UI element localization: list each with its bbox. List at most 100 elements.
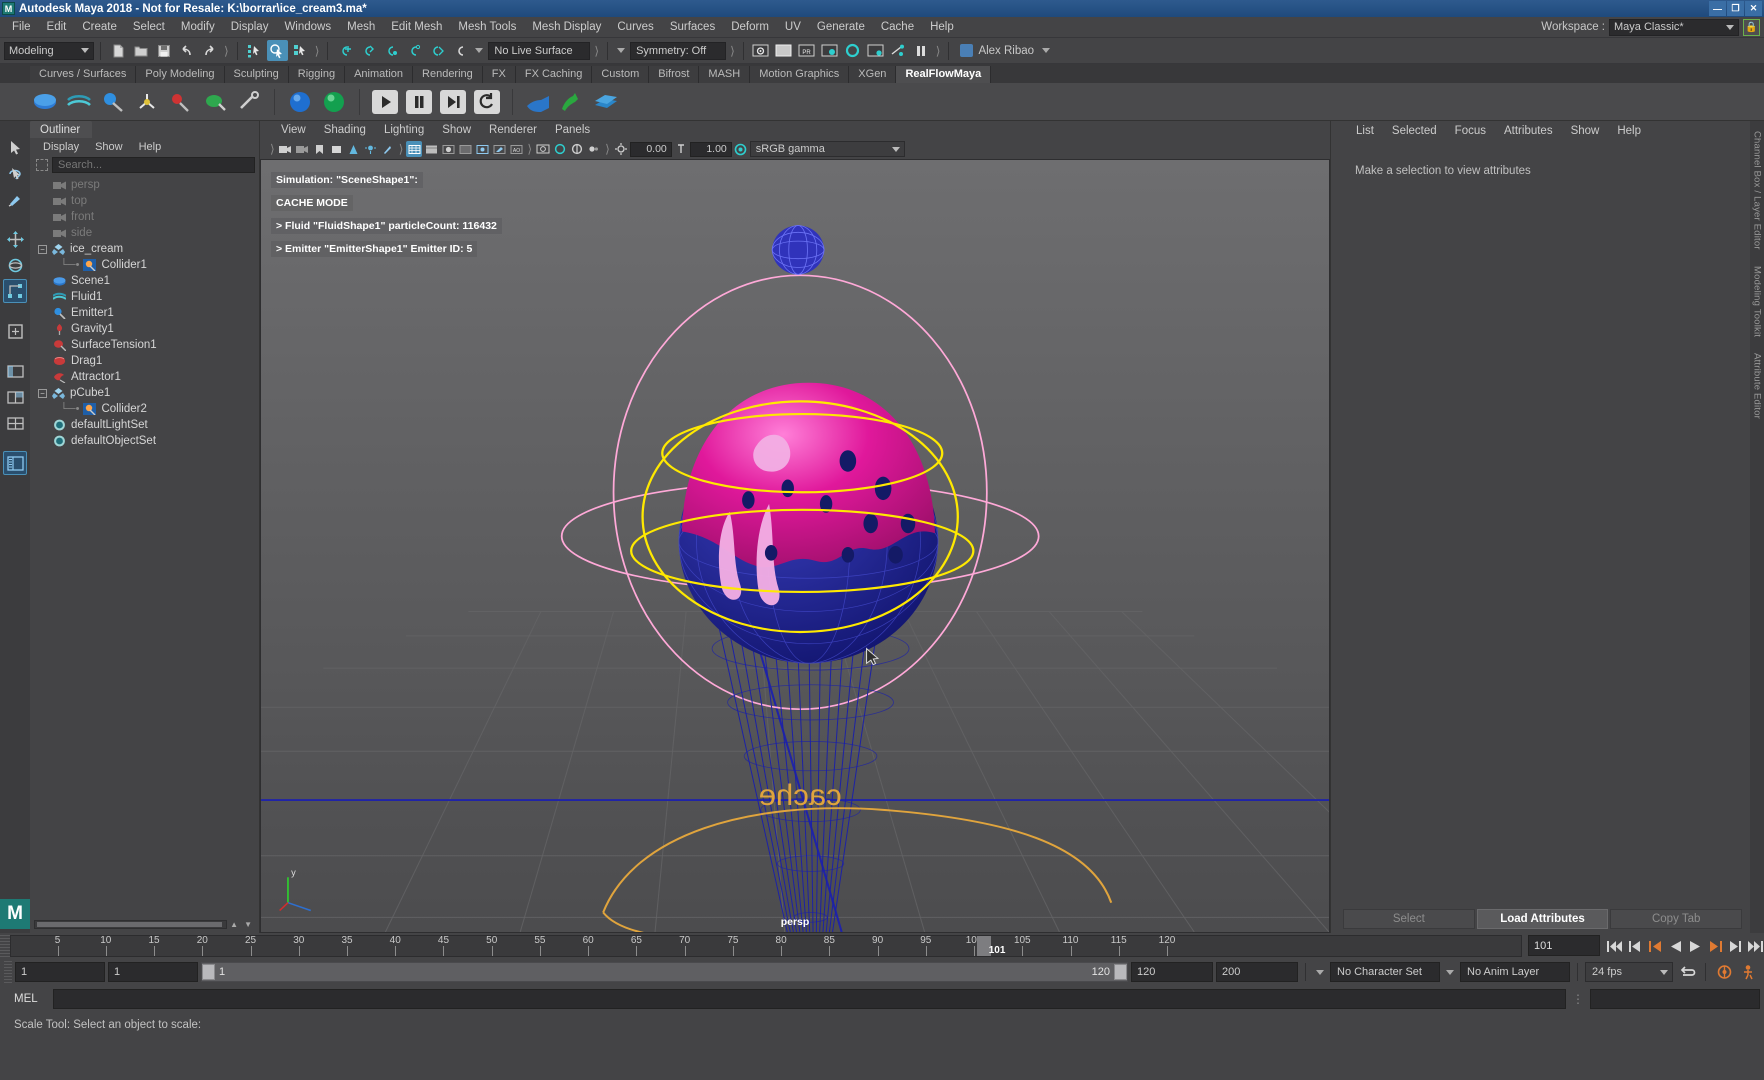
outliner-node[interactable]: − pCube1 — [30, 385, 259, 401]
character-set-field[interactable]: No Character Set — [1330, 962, 1440, 982]
chevron-down-icon[interactable] — [1316, 969, 1324, 975]
drag-handle[interactable] — [4, 961, 12, 983]
step-forward-frame-icon[interactable] — [1706, 936, 1724, 957]
shelf-tab-curves-surfaces[interactable]: Curves / Surfaces — [30, 66, 137, 83]
outliner-tab[interactable]: Outliner — [30, 121, 92, 138]
menu-item-edit[interactable]: Edit — [39, 17, 75, 38]
rotate-tool[interactable] — [3, 253, 27, 277]
viewport-menu-view[interactable]: View — [272, 124, 315, 136]
layout-two-pane-icon[interactable] — [3, 385, 27, 409]
scale-tool[interactable] — [3, 279, 27, 303]
workspace-select[interactable]: Maya Classic* — [1609, 18, 1739, 36]
snap-point-icon[interactable] — [380, 40, 401, 61]
step-back-frame-icon[interactable] — [1646, 936, 1664, 957]
shadow-map-icon[interactable] — [491, 141, 507, 157]
realflow-export-icon[interactable] — [591, 87, 621, 117]
shelf-tab-sculpting[interactable]: Sculpting — [224, 66, 289, 83]
current-frame-field[interactable]: 101 — [1528, 935, 1600, 956]
menu-item-file[interactable]: File — [4, 17, 39, 38]
menu-item-curves[interactable]: Curves — [609, 17, 661, 38]
redo-icon[interactable] — [199, 40, 220, 61]
scrollbar-thumb[interactable] — [37, 921, 222, 927]
outliner-node[interactable]: Fluid1 — [30, 289, 259, 305]
outliner-node[interactable]: side — [30, 225, 259, 241]
expander-icon[interactable]: − — [38, 244, 47, 254]
outliner-node[interactable]: Emitter1 — [30, 305, 259, 321]
viewport-3d[interactable]: cache y Simulation: "SceneShape1": CACHE… — [260, 159, 1330, 933]
outliner-node[interactable]: top — [30, 193, 259, 209]
realflow-wrench-icon[interactable] — [234, 87, 264, 117]
menu-item-modify[interactable]: Modify — [173, 17, 223, 38]
anim-layer-field[interactable]: No Anim Layer — [1460, 962, 1570, 982]
outliner-node[interactable]: └─• Collider1 — [30, 257, 259, 273]
collapse-toolbar-icon[interactable]: ⟩ — [525, 142, 534, 156]
gamma-icon[interactable] — [673, 141, 689, 157]
outliner-node[interactable]: defaultLightSet — [30, 417, 259, 433]
shelf-tab-xgen[interactable]: XGen — [849, 66, 897, 83]
save-scene-icon[interactable] — [153, 40, 174, 61]
light-fx-icon[interactable] — [888, 40, 909, 61]
command-language-label[interactable]: MEL — [4, 993, 49, 1005]
step-back-keyframe-icon[interactable] — [1626, 936, 1644, 957]
animation-preferences-icon[interactable] — [1738, 962, 1760, 982]
collapse-toolbar-icon[interactable]: ⟩ — [313, 44, 322, 58]
go-to-start-icon[interactable] — [1606, 936, 1624, 957]
viewport-menu-lighting[interactable]: Lighting — [375, 124, 433, 136]
menu-item-mesh-display[interactable]: Mesh Display — [524, 17, 609, 38]
wireframe-shading-icon[interactable] — [406, 141, 423, 157]
depth-of-field-icon[interactable] — [586, 141, 602, 157]
shelf-tab-mash[interactable]: MASH — [699, 66, 751, 83]
snap-grid-icon[interactable] — [334, 40, 355, 61]
side-tab-modeling-toolkit[interactable]: Modeling Toolkit — [1752, 266, 1763, 337]
use-all-lights-icon[interactable] — [474, 141, 490, 157]
load-attributes-button[interactable]: Load Attributes — [1476, 909, 1609, 929]
drag-handle[interactable] — [0, 935, 10, 957]
realflow-sphere-blue-icon[interactable] — [285, 87, 315, 117]
gamma-value[interactable]: 1.00 — [689, 141, 732, 157]
attribute-editor-menu-show[interactable]: Show — [1562, 125, 1609, 137]
realflow-cache-green-icon[interactable] — [557, 87, 587, 117]
lasso-select-tool[interactable] — [3, 161, 27, 185]
side-tab-attribute-editor[interactable]: Attribute Editor — [1752, 353, 1763, 419]
chevron-down-icon[interactable] — [475, 48, 484, 53]
collapse-toolbar-icon[interactable]: ⟩ — [222, 44, 231, 58]
shadows-icon[interactable] — [380, 141, 396, 157]
collapse-toolbar-icon[interactable]: ⟩ — [592, 44, 601, 58]
menu-item-help[interactable]: Help — [922, 17, 962, 38]
realflow-scene-icon[interactable] — [30, 87, 60, 117]
outliner-tree[interactable]: persp top front side − ice_cream └─• Collider1 S… — [30, 174, 259, 915]
open-scene-icon[interactable] — [130, 40, 151, 61]
step-forward-icon[interactable] — [438, 87, 468, 117]
two-sided-lighting-icon[interactable] — [346, 141, 362, 157]
layout-four-pane-icon[interactable] — [3, 411, 27, 435]
side-tab-channel-box[interactable]: Channel Box / Layer Editor — [1752, 131, 1763, 250]
symmetry-field[interactable]: Symmetry: Off — [630, 41, 727, 60]
menu-item-mesh[interactable]: Mesh — [339, 17, 383, 38]
attribute-editor-menu-list[interactable]: List — [1347, 125, 1383, 137]
render-settings-icon[interactable] — [819, 40, 840, 61]
image-plane-icon[interactable] — [329, 141, 345, 157]
textured-mode-icon[interactable] — [457, 141, 473, 157]
outliner-node[interactable]: └─• Collider2 — [30, 401, 259, 417]
outliner-menu-display[interactable]: Display — [35, 141, 87, 153]
last-tool-used[interactable] — [3, 319, 27, 343]
viewport-menu-show[interactable]: Show — [433, 124, 480, 136]
play-backwards-icon[interactable] — [1666, 936, 1684, 957]
menu-item-edit-mesh[interactable]: Edit Mesh — [383, 17, 450, 38]
attribute-editor-menu-selected[interactable]: Selected — [1383, 125, 1446, 137]
playback-speed-select[interactable]: 24 fps — [1585, 962, 1673, 982]
ambient-occlusion-toggle-icon[interactable] — [569, 141, 585, 157]
screen-space-ao-icon[interactable]: AO — [508, 141, 524, 157]
shelf-tab-bifrost[interactable]: Bifrost — [649, 66, 700, 83]
command-line-resize-handle[interactable]: ⋮ — [1570, 992, 1586, 1006]
command-output-field[interactable] — [1590, 988, 1760, 1009]
range-start-field[interactable]: 1 — [108, 962, 198, 982]
menu-item-generate[interactable]: Generate — [809, 17, 873, 38]
camera-attributes-icon[interactable] — [295, 141, 311, 157]
move-tool[interactable] — [3, 227, 27, 251]
scroll-up-icon[interactable]: ▲ — [227, 920, 241, 929]
menu-item-deform[interactable]: Deform — [723, 17, 777, 38]
undo-icon[interactable] — [176, 40, 197, 61]
range-slider[interactable]: 1 120 — [201, 962, 1128, 982]
close-button[interactable]: ✕ — [1745, 1, 1762, 16]
